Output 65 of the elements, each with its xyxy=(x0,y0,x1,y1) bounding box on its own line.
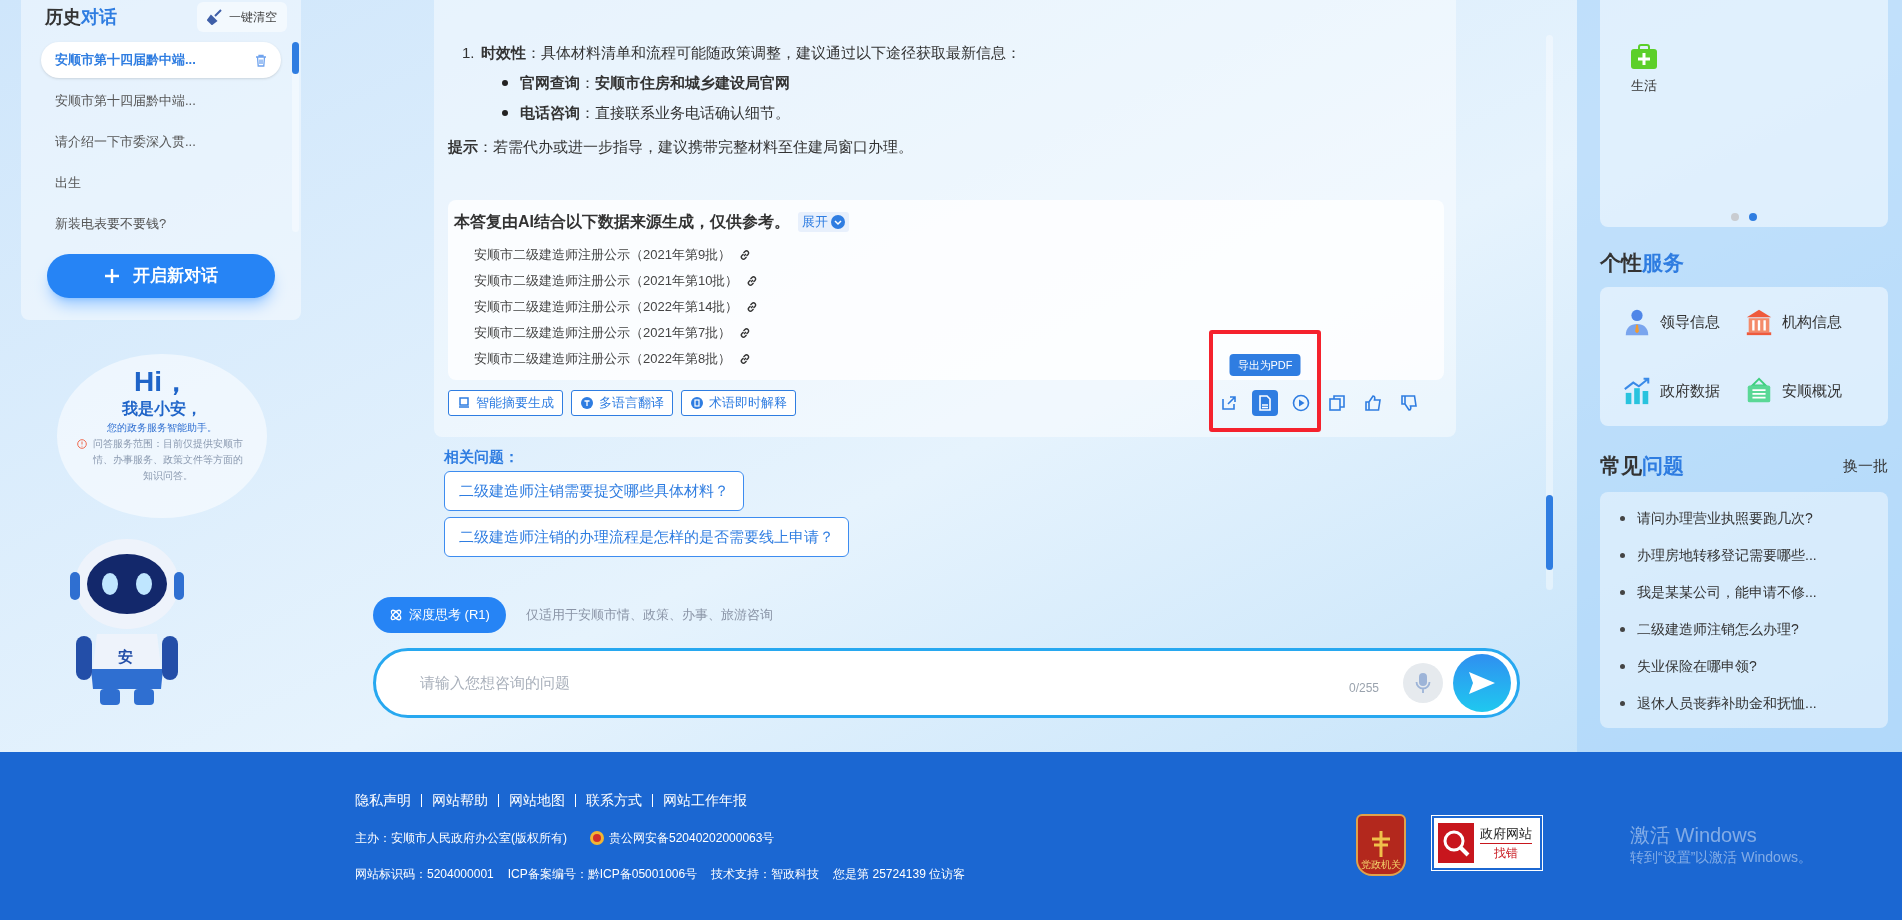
mascot-chest-label: 安 xyxy=(118,647,133,667)
sponsor-text: 主办：安顺市人民政府办公室(版权所有) xyxy=(355,829,567,847)
icp-link[interactable]: ICP备案编号：黔ICP备05001006号 xyxy=(507,864,698,883)
related-title: 相关问题： xyxy=(444,447,520,467)
list-number: 1. xyxy=(462,43,475,63)
faq-link[interactable]: 失业保险在哪申领? xyxy=(1637,656,1757,677)
service-item[interactable]: 机构信息 xyxy=(1744,306,1866,337)
history-item[interactable]: 安顺市第十四届黔中端... xyxy=(41,42,281,78)
history-item[interactable]: 新装电表要不要钱? xyxy=(41,206,281,242)
history-item[interactable]: 安顺市第十四届黔中端... xyxy=(41,83,281,119)
intro-text: 我是小安， xyxy=(122,399,202,419)
section-title: 常见问题 xyxy=(1600,453,1684,479)
greeting-text: Hi， xyxy=(134,366,190,398)
faq-link[interactable]: 请问办理营业执照要跑几次? xyxy=(1637,508,1813,529)
panel-title: 历史对话 xyxy=(45,5,117,29)
scope-text: 问答服务范围：目前仅提供安顺市情、办事服务、政策文件等方面的知识问答。 xyxy=(92,437,244,483)
history-item[interactable]: 请介绍一下市委深入贯... xyxy=(41,124,281,160)
answer-text: 官网查询：安顺市住房和城乡建设局官网 xyxy=(520,73,790,93)
tagline-text: 您的政务服务智能助手。 xyxy=(107,421,217,435)
activation-subtitle: 转到“设置”以激活 Windows。 xyxy=(1630,848,1812,866)
footer-link[interactable]: 隐私声明 xyxy=(355,789,411,811)
police-record-link[interactable]: 贵公网安备52040202000063号 xyxy=(609,828,775,847)
tool-button[interactable]: 术语即时解释 xyxy=(681,390,796,416)
refresh-link[interactable]: 换一批 xyxy=(1843,454,1888,478)
message-field[interactable]: 请输入您想咨询的问题 xyxy=(420,671,1349,695)
section-title: 个性服务 xyxy=(1600,250,1685,276)
source-link[interactable]: 安顺市二级建造师注册公示（2022年第14批） xyxy=(474,297,739,317)
related-question[interactable]: 二级建造师注销的办理流程是怎样的是否需要线上申请？ xyxy=(444,517,849,557)
faq-link[interactable]: 办理房地转移登记需要哪些... xyxy=(1637,545,1817,566)
faq-link[interactable]: 二级建造师注销怎么办理? xyxy=(1637,619,1799,640)
answer-text: 时效性：具体材料清单和流程可能随政策调整，建议通过以下途径获取最新信息： xyxy=(480,43,1021,63)
expand-button[interactable]: 展开 xyxy=(798,212,849,232)
activation-title: 激活 Windows xyxy=(1630,823,1758,848)
support-text: 技术支持：智政科技 xyxy=(711,865,820,883)
service-item[interactable]: 安顺概况 xyxy=(1744,376,1866,407)
service-item[interactable]: 政府数据 xyxy=(1622,376,1744,407)
source-link[interactable]: 安顺市二级建造师注册公示（2021年第10批） xyxy=(474,271,739,291)
faq-link[interactable]: 我是某某公司，能申请不修... xyxy=(1637,582,1817,603)
answer-text: 电话咨询：直接联系业务电话确认细节。 xyxy=(520,103,790,123)
history-item[interactable]: 出生 xyxy=(41,165,281,201)
scope-hint: 仅适用于安顺市情、政策、办事、旅游咨询 xyxy=(525,606,773,625)
clear-all-button[interactable]: 一键清空 xyxy=(197,2,287,32)
related-question[interactable]: 二级建造师注销需要提交哪些具体材料？ xyxy=(444,471,744,511)
tip-text: 提示：若需代办或进一步指导，建议携带完整材料至住建局窗口办理。 xyxy=(448,137,914,157)
tooltip: 导出为PDF xyxy=(1229,354,1301,376)
category-item[interactable]: 生活 xyxy=(1630,44,1658,96)
source-link[interactable]: 安顺市二级建造师注册公示（2022年第8批） xyxy=(474,349,732,369)
footer-link[interactable]: 网站工作年报 xyxy=(663,789,747,811)
tool-button[interactable]: 智能摘要生成 xyxy=(448,390,563,416)
error-report-badge[interactable]: 政府网站 找错 xyxy=(1432,816,1542,870)
source-link[interactable]: 安顺市二级建造师注册公示（2021年第9批） xyxy=(474,245,732,265)
footer-link[interactable]: 网站帮助 xyxy=(432,789,488,811)
site-code-text: 网站标识码：5204000001 xyxy=(355,865,494,883)
tool-button[interactable]: 多语言翻译 xyxy=(571,390,673,416)
faq-link[interactable]: 退休人员丧葬补助金和抚恤... xyxy=(1637,693,1817,714)
footer-link[interactable]: 网站地图 xyxy=(509,789,565,811)
new-chat-button[interactable]: 开启新对话 xyxy=(47,254,275,298)
footer-link[interactable]: 联系方式 xyxy=(586,789,642,811)
char-counter: 0/255 xyxy=(1348,680,1379,697)
deep-think-button[interactable]: 深度思考 (R1) xyxy=(373,597,506,633)
sources-heading: 本答复由AI结合以下数据来源生成，仅供参考。 xyxy=(454,212,790,232)
source-link[interactable]: 安顺市二级建造师注册公示（2021年第7批） xyxy=(474,323,732,343)
service-item[interactable]: 领导信息 xyxy=(1622,306,1744,337)
visitor-count: 您是第 25724139 位访客 xyxy=(833,865,966,883)
party-badge[interactable]: 党政机关 xyxy=(1356,814,1406,876)
